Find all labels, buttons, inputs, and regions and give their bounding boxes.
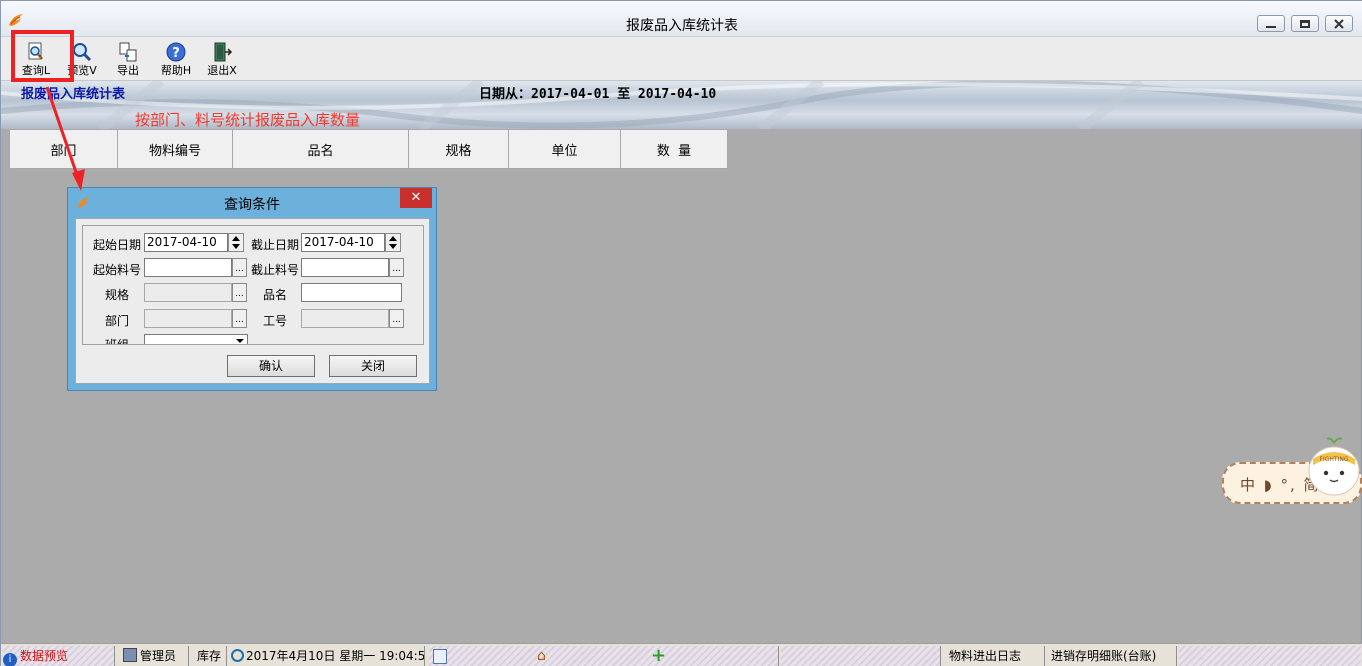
- empno-lookup-button[interactable]: ...: [389, 309, 404, 328]
- group-label: 班组: [104, 338, 129, 345]
- status-tools: ⌂ +: [429, 646, 779, 666]
- status-user-text: 管理员: [140, 649, 177, 663]
- close-icon: [1334, 18, 1344, 29]
- status-preview-text: 数据预览: [20, 649, 69, 663]
- status-datetime: 2017年4月10日 星期一 19:04:53: [229, 646, 425, 666]
- group-select[interactable]: [144, 334, 248, 344]
- dialog-title-bar: 查询条件 ✕: [68, 188, 436, 218]
- column-header-item-no[interactable]: 物料编号: [118, 130, 233, 168]
- preview-magnifier-icon: [73, 43, 92, 62]
- spec-label: 规格: [104, 288, 129, 302]
- column-header-qty[interactable]: 数 量: [621, 130, 727, 168]
- status-spacer: [781, 646, 941, 666]
- start-date-field[interactable]: 2017-04-10: [144, 233, 228, 252]
- chevron-down-icon: [236, 339, 244, 343]
- user-icon: [123, 648, 137, 662]
- empno-field[interactable]: [301, 309, 389, 328]
- export-label: 导出: [117, 64, 139, 77]
- annotation-note: 按部门、料号统计报废品入库数量: [135, 111, 361, 129]
- status-user: 管理员: [119, 646, 189, 666]
- start-date-label: 起始日期: [92, 238, 141, 252]
- title-bar: 报废品入库统计表: [1, 1, 1362, 37]
- spin-up-icon: [232, 236, 240, 241]
- start-item-field[interactable]: [144, 258, 232, 277]
- confirm-button[interactable]: 确认: [227, 355, 315, 377]
- status-log-link[interactable]: 物料进出日志: [945, 646, 1045, 666]
- status-bar: i 数据预览 管理员 库存 2017年4月10日 星期一 19:04:53 ⌂ +…: [1, 643, 1362, 666]
- grid-header: 部门 物料编号 品名 规格 单位 数 量: [9, 129, 728, 169]
- report-banner: 报废品入库统计表 日期从：2017-04-01 至 2017-04-10 按部门…: [1, 81, 1362, 129]
- export-icon: [119, 42, 137, 62]
- help-icon: ?: [166, 42, 186, 62]
- status-module: 库存: [193, 646, 227, 666]
- end-item-lookup-button[interactable]: ...: [389, 258, 404, 277]
- column-header-spec[interactable]: 规格: [409, 130, 509, 168]
- status-ledger-link[interactable]: 进销存明细账(台账): [1047, 646, 1177, 666]
- home-icon[interactable]: ⌂: [537, 648, 546, 664]
- column-header-dept[interactable]: 部门: [10, 130, 118, 168]
- restore-icon: [1300, 19, 1310, 28]
- exit-door-icon: [214, 42, 233, 62]
- status-datetime-text: 2017年4月10日 星期一 19:04:53: [246, 649, 425, 663]
- mascot-icon: FIGHTING: [1308, 437, 1360, 496]
- end-date-label: 截止日期: [250, 238, 299, 252]
- spin-down-icon: [232, 244, 240, 249]
- dialog-close-button[interactable]: ✕: [400, 188, 432, 208]
- exit-label: 退出X: [207, 64, 237, 77]
- date-range: 日期从：2017-04-01 至 2017-04-10: [479, 87, 717, 102]
- svg-text:?: ?: [172, 46, 180, 61]
- highlight-box: [11, 30, 74, 82]
- dialog-title: 查询条件: [224, 197, 280, 213]
- report-title: 报废品入库统计表: [21, 87, 126, 102]
- spec-field[interactable]: [144, 283, 232, 302]
- status-filler: [1179, 646, 1361, 666]
- start-item-label: 起始料号: [92, 263, 141, 277]
- mascot-headband-text: FIGHTING: [1320, 456, 1349, 463]
- minimize-button[interactable]: [1257, 15, 1285, 32]
- name-field[interactable]: [301, 283, 402, 302]
- export-button[interactable]: 导出: [107, 39, 149, 79]
- add-icon[interactable]: +: [651, 646, 666, 666]
- info-icon: i: [3, 653, 17, 666]
- dialog-body: 起始日期 2017-04-10 截止日期 2017-04-10 起始料号 ...…: [75, 218, 430, 384]
- end-date-spinner[interactable]: [385, 233, 401, 252]
- empno-label: 工号: [262, 314, 287, 328]
- window-title: 报废品入库统计表: [626, 18, 738, 34]
- help-label: 帮助H: [160, 64, 192, 77]
- end-item-label: 截止料号: [250, 263, 299, 277]
- spin-down-icon: [389, 244, 397, 249]
- end-item-field[interactable]: [301, 258, 389, 277]
- document-icon[interactable]: [433, 649, 447, 664]
- exit-button[interactable]: 退出X: [201, 39, 243, 79]
- spin-up-icon: [389, 236, 397, 241]
- clock-icon: [231, 649, 244, 662]
- dept-field[interactable]: [144, 309, 232, 328]
- toolbar: 查询L 预览V 导出 ? 帮助H 退出X: [1, 37, 1362, 81]
- close-icon: ✕: [410, 190, 422, 205]
- main-window: 报废品入库统计表 查询L 预览V 导出 ? 帮助H 退出X 报废品入库统计表 日…: [0, 0, 1362, 666]
- minimize-icon: [1266, 25, 1276, 28]
- end-date-field[interactable]: 2017-04-10: [301, 233, 385, 252]
- dept-label: 部门: [104, 314, 129, 328]
- close-button[interactable]: [1325, 15, 1353, 32]
- dialog-close-action-button[interactable]: 关闭: [329, 355, 417, 377]
- column-header-name[interactable]: 品名: [233, 130, 409, 168]
- query-form: 起始日期 2017-04-10 截止日期 2017-04-10 起始料号 ...…: [82, 225, 424, 345]
- name-label: 品名: [262, 288, 287, 302]
- column-header-unit[interactable]: 单位: [509, 130, 621, 168]
- help-button[interactable]: ? 帮助H: [155, 39, 197, 79]
- restore-button[interactable]: [1291, 15, 1319, 32]
- status-preview: i 数据预览: [3, 646, 115, 666]
- query-dialog: 查询条件 ✕ 起始日期 2017-04-10 截止日期 2017-04-10 起…: [67, 187, 437, 391]
